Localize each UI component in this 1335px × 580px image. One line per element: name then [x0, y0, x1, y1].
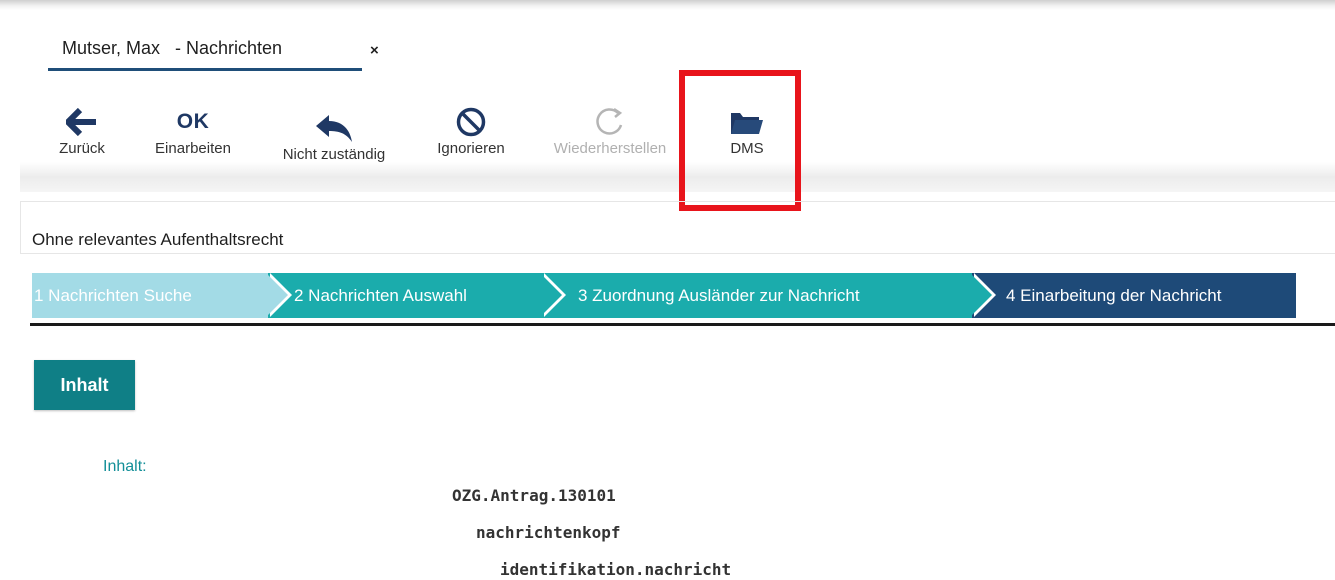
tab-nachrichten[interactable]: Mutser, Max - Nachrichten: [48, 36, 362, 72]
ban-icon: [456, 107, 486, 137]
dms-label: DMS: [730, 140, 764, 157]
back-label: Zurück: [59, 140, 105, 157]
inhalt-button[interactable]: Inhalt: [34, 360, 135, 410]
toolbar-background: [20, 162, 1335, 192]
reply-icon: [316, 115, 352, 142]
step-4-label: 4 Einarbeitung der Nachricht: [1006, 286, 1222, 305]
process-button[interactable]: OK Einarbeiten: [143, 104, 243, 157]
step-1-label: 1 Nachrichten Suche: [34, 286, 192, 305]
step-3[interactable]: 3 Zuordnung Ausländer zur Nachricht: [542, 273, 972, 318]
folder-open-icon: [731, 113, 763, 134]
step-3-arrow: [970, 273, 992, 317]
arrow-left-icon: [66, 108, 96, 136]
content-line: nachrichtenkopf: [476, 523, 621, 542]
step-3-label: 3 Zuordnung Ausländer zur Nachricht: [578, 286, 860, 305]
not-responsible-label: Nicht zuständig: [282, 146, 386, 163]
wizard-steps: 1 Nachrichten Suche 2 Nachrichten Auswah…: [32, 273, 1296, 318]
ignore-label: Ignorieren: [437, 140, 505, 157]
dms-button[interactable]: DMS: [712, 104, 782, 157]
step-2-label: 2 Nachrichten Auswahl: [294, 286, 467, 305]
process-label: Einarbeiten: [155, 140, 231, 157]
inhalt-label: Inhalt:: [103, 458, 147, 475]
step-4[interactable]: 4 Einarbeitung der Nachricht: [972, 273, 1296, 318]
step-2[interactable]: 2 Nachrichten Auswahl: [268, 273, 542, 318]
not-responsible-button[interactable]: Nicht zuständig: [266, 110, 402, 163]
step-2-arrow: [540, 273, 562, 317]
status-text: Ohne relevantes Aufenthaltsrecht: [32, 230, 284, 249]
ok-icon: OK: [176, 110, 210, 133]
back-button[interactable]: Zurück: [50, 104, 114, 157]
tab-close-icon[interactable]: ×: [370, 42, 379, 59]
divider: [30, 323, 1335, 326]
ignore-button[interactable]: Ignorieren: [424, 104, 518, 157]
window-top-shadow: [0, 0, 1335, 10]
step-1-arrow: [266, 273, 288, 317]
restore-label: Wiederherstellen: [553, 140, 667, 157]
tab-title: Mutser, Max - Nachrichten: [62, 38, 283, 58]
tab-active-indicator: [48, 68, 362, 71]
content-line: identifikation.nachricht: [500, 560, 732, 579]
content-line: OZG.Antrag.130101: [452, 486, 616, 505]
restore-button[interactable]: Wiederherstellen: [540, 104, 680, 157]
step-1[interactable]: 1 Nachrichten Suche: [32, 273, 270, 318]
refresh-icon: [596, 107, 623, 135]
